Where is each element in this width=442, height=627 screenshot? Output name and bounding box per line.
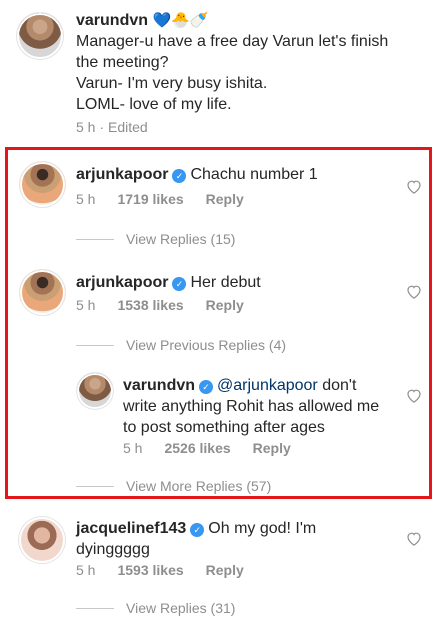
timestamp: 5 h <box>76 119 96 135</box>
avatar-jacquelinef143[interactable] <box>19 517 65 563</box>
view-more-label[interactable]: View More Replies (57) <box>126 478 271 494</box>
avatar-varundvn[interactable] <box>17 13 63 59</box>
verified-badge-icon: ✓ <box>172 169 187 183</box>
avatar-arjunkapoor[interactable] <box>20 162 65 207</box>
caption-text: varundvn 💙🐣🍼 Manager-u have a free day V… <box>76 10 421 115</box>
caption-line: Manager-u have a free day Varun let's fi… <box>76 33 389 50</box>
divider-line <box>76 485 114 487</box>
view-more-replies-button[interactable]: View More Replies (57) <box>76 478 271 494</box>
reply-line: write anything Rohit has allowed me <box>123 398 380 415</box>
caption-line: Varun- I'm very busy ishita. <box>76 75 268 92</box>
comment-body: Chachu number 1 <box>190 166 318 183</box>
avatar-varundvn[interactable] <box>77 373 113 409</box>
timestamp: 5 h <box>76 562 96 578</box>
comment-body: dyinggggg <box>76 541 150 558</box>
username-link[interactable]: varundvn <box>123 377 195 394</box>
like-heart-icon[interactable] <box>406 531 422 546</box>
comment-text: arjunkapoor ✓ Her debut <box>76 272 396 293</box>
view-replies-button[interactable]: View Replies (15) <box>76 231 235 247</box>
likes-count[interactable]: 1719 likes <box>117 191 183 207</box>
username-link[interactable]: varundvn <box>76 12 148 29</box>
view-replies-button[interactable]: View Replies (31) <box>76 600 235 616</box>
likes-count[interactable]: 2526 likes <box>164 440 230 456</box>
reply-button[interactable]: Reply <box>206 191 244 207</box>
reply-body: don't <box>322 377 357 394</box>
reply-button[interactable]: Reply <box>206 297 244 313</box>
verified-badge-icon: ✓ <box>172 277 187 291</box>
edited-label: · Edited <box>99 119 148 135</box>
reply-meta: 5 h 2526 likes Reply <box>123 440 313 456</box>
like-heart-icon[interactable] <box>406 284 422 299</box>
view-replies-label[interactable]: View Replies (15) <box>126 231 235 247</box>
caption-line: the meeting? <box>76 54 169 71</box>
caption-emojis: 💙🐣🍼 <box>152 12 209 29</box>
like-heart-icon[interactable] <box>406 388 422 403</box>
reply-button[interactable]: Reply <box>253 440 291 456</box>
comment-meta: 5 h 1538 likes Reply <box>76 297 266 313</box>
comment-body: Her debut <box>190 274 261 291</box>
reply-line: to post something after ages <box>123 419 325 436</box>
comment-body: Oh my god! I'm <box>208 520 317 537</box>
caption-line: LOML- love of my life. <box>76 96 232 113</box>
timestamp: 5 h <box>123 440 143 456</box>
likes-count[interactable]: 1538 likes <box>117 297 183 313</box>
comment-meta: 5 h 1593 likes Reply <box>76 562 266 578</box>
timestamp: 5 h <box>76 191 96 207</box>
comment-text: jacquelinef143 ✓ Oh my god! I'm dyinggggg <box>76 518 396 560</box>
timestamp: 5 h <box>76 297 96 313</box>
reply-text: varundvn ✓ @arjunkapoor don't write anythi… <box>123 375 403 438</box>
divider-line <box>76 607 114 609</box>
verified-badge-icon: ✓ <box>199 380 214 394</box>
username-link[interactable]: jacquelinef143 <box>76 520 186 537</box>
comment-text: arjunkapoor ✓ Chachu number 1 <box>76 164 396 185</box>
verified-badge-icon: ✓ <box>190 523 205 537</box>
avatar-arjunkapoor[interactable] <box>20 270 65 315</box>
reply-button[interactable]: Reply <box>206 562 244 578</box>
view-replies-label[interactable]: View Replies (31) <box>126 600 235 616</box>
view-previous-label[interactable]: View Previous Replies (4) <box>126 337 286 353</box>
mention-link[interactable]: @arjunkapoor <box>217 377 318 394</box>
caption-meta: 5 h · Edited <box>76 119 170 135</box>
likes-count[interactable]: 1593 likes <box>117 562 183 578</box>
comment-meta: 5 h 1719 likes Reply <box>76 191 266 207</box>
divider-line <box>76 344 114 346</box>
username-link[interactable]: arjunkapoor <box>76 166 168 183</box>
username-link[interactable]: arjunkapoor <box>76 274 168 291</box>
divider-line <box>76 238 114 240</box>
like-heart-icon[interactable] <box>406 179 422 194</box>
view-previous-replies-button[interactable]: View Previous Replies (4) <box>76 337 286 353</box>
